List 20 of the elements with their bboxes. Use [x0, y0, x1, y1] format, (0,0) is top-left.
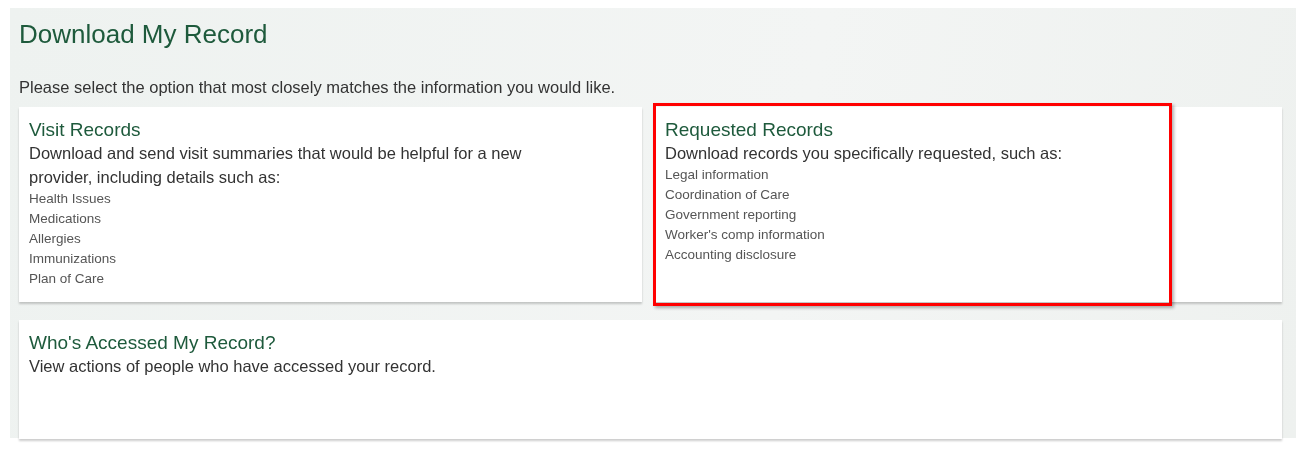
option-card[interactable]: Visit Records Download and send visit summaries that would be helpful for a new provider, including details such as: Health Issues Medications Allergies Immunizations Plan of Care: [19, 107, 642, 302]
option-list-item: Worker's comp information: [665, 226, 826, 244]
option-list-item: Immunizations: [29, 250, 118, 268]
option-title: Visit Records: [29, 119, 142, 141]
option-card[interactable]: Who's Accessed My Record? View actions of people who have accessed your record.: [19, 320, 1282, 439]
option-list-item: Medications: [29, 210, 103, 228]
option-description: View actions of people who have accessed your record.: [29, 356, 437, 377]
option-list-item: Allergies: [29, 230, 82, 248]
option-title: Requested Records: [665, 119, 834, 141]
option-description: Download and send visit summaries that would be helpful for a new provider, including details such as:: [29, 143, 523, 188]
option-list-item: Accounting disclosure: [665, 246, 798, 264]
instruction-text: Please select the option that most closely matches the information you would like.: [19, 78, 617, 97]
option-description: Download records you specifically requested, such as:: [665, 143, 1064, 164]
option-title: Who's Accessed My Record?: [29, 332, 277, 354]
option-list-item: Plan of Care: [29, 270, 106, 288]
option-list-item: Legal information: [665, 166, 770, 184]
option-list-item: Government reporting: [665, 206, 798, 224]
option-list-item: Coordination of Care: [665, 186, 791, 204]
page-title: Download My Record: [19, 18, 269, 51]
option-list-item: Health Issues: [29, 190, 112, 208]
